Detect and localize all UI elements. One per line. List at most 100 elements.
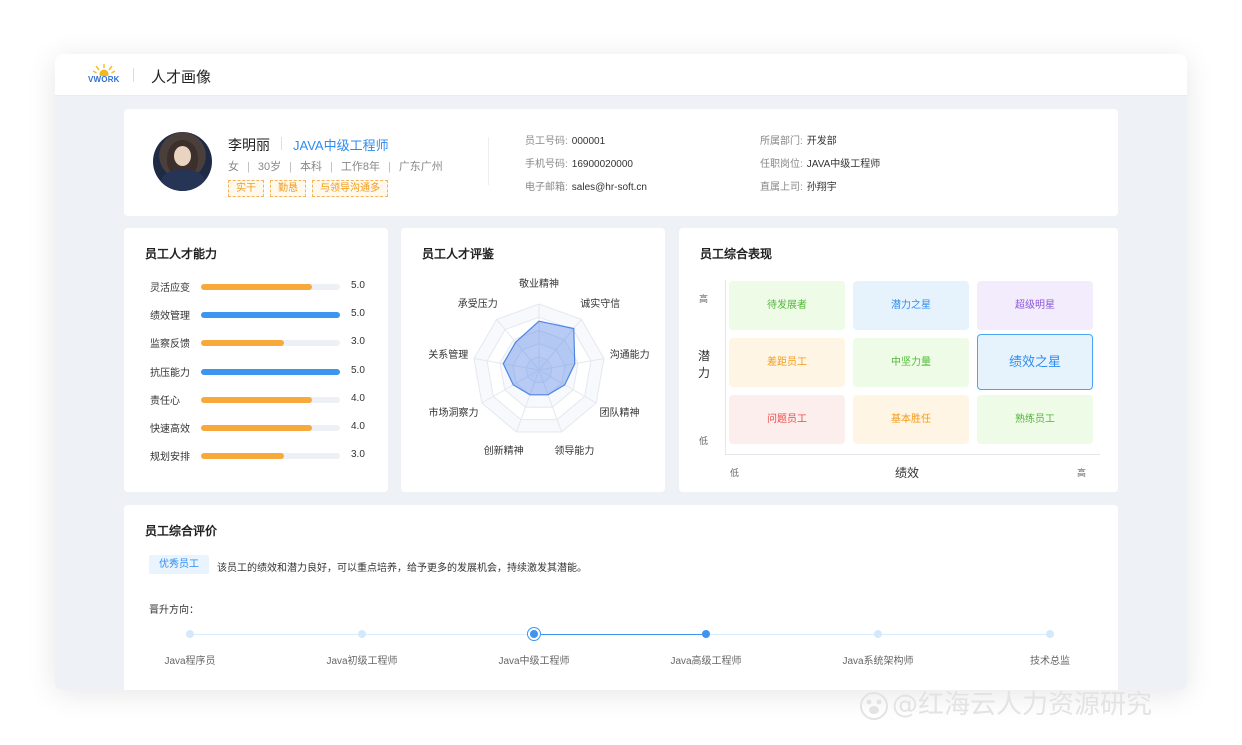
skill-bar-track [201, 340, 340, 347]
info-supervisor: 直属上司: 孙翔宇 [760, 178, 837, 193]
performance-cell[interactable]: 差距员工 [729, 338, 845, 387]
performance-cell[interactable]: 问题员工 [729, 395, 845, 444]
tag: 勤恳 [270, 180, 306, 197]
experience: 工作8年 [340, 161, 380, 173]
skill-bar-track [201, 453, 340, 460]
radar-axis-label: 诚实守信 [580, 297, 620, 310]
promotion-step-dot[interactable] [358, 630, 366, 638]
skill-bar-track [201, 396, 340, 403]
skill-value: 5.0 [351, 364, 365, 376]
info-label: 任职岗位: [760, 159, 803, 170]
radar-axis-label: 关系管理 [428, 348, 468, 361]
info-value: 000001 [571, 136, 606, 147]
x-axis-line [725, 454, 1100, 455]
meta-separator: | [289, 161, 292, 173]
skill-label: 灵活应变 [150, 283, 190, 294]
education: 本科 [299, 161, 322, 173]
info-value: 开发部 [806, 136, 837, 147]
skill-row: 抗压能力 5.0 [150, 364, 380, 379]
y-high-label: 高 [699, 294, 709, 304]
employee-name: 李明丽 [228, 137, 270, 153]
radar-axis-label: 敬业精神 [519, 277, 559, 290]
promotion-step-dot[interactable] [186, 630, 194, 638]
info-label: 手机号码: [525, 159, 568, 170]
promotion-step-dot[interactable] [528, 628, 540, 640]
profile-divider [488, 137, 489, 185]
skill-label: 抗压能力 [150, 367, 190, 379]
radar-axis-label: 沟通能力 [610, 348, 650, 361]
info-value: JAVA中级工程师 [806, 159, 881, 170]
skill-bar-track [201, 312, 340, 319]
meta-separator: | [329, 161, 333, 173]
avatar-body [161, 170, 205, 191]
skill-value: 3.0 [351, 449, 365, 461]
skill-value: 4.0 [351, 421, 365, 432]
tag: 与领导沟通多 [312, 180, 388, 197]
location: 广东广州 [398, 161, 443, 173]
employee-tags: 实干 勤恳 与领导沟通多 [228, 178, 394, 197]
watermark: @红海云人力资源研究 [860, 684, 1152, 721]
avatar[interactable] [153, 132, 212, 191]
promotion-step-label: 技术总监 [1030, 656, 1070, 667]
performance-cell[interactable]: 潜力之星 [853, 281, 969, 330]
app-window: VWORK 人才画像 李明丽 JAVA中级工程师 女 | 30岁 | 本科 | 工作8年 | 广… [55, 54, 1187, 690]
meta-separator: | [387, 161, 391, 173]
evaluation-title: 员工综合评价 [145, 524, 218, 538]
skill-value: 5.0 [351, 308, 365, 320]
performance-cell[interactable]: 待发展者 [729, 281, 845, 330]
performance-cell[interactable]: 绩效之星 [977, 334, 1093, 390]
skill-value: 4.0 [351, 392, 365, 404]
x-axis-title: 绩效 [895, 466, 920, 480]
promotion-label: 晋升方向： [149, 605, 199, 616]
y-axis-char: 力 [698, 366, 711, 380]
performance-cell[interactable]: 熟练员工 [977, 395, 1093, 444]
info-value[interactable]: sales@hr-soft.cn [572, 182, 647, 193]
x-high-label: 高 [1077, 468, 1087, 478]
skill-bar-track [201, 284, 340, 290]
performance-panel: 员工综合表现 高 潜力 低 待发展者 潜力之星 超级明星 差距员工 中坚力量 绩效之星 问题… [679, 228, 1118, 492]
skill-label: 规划安排 [150, 452, 190, 464]
skill-label: 绩效管理 [150, 311, 190, 323]
info-value: 孙翔宇 [806, 182, 837, 193]
promotion-step-label: Java高级工程师 [670, 656, 742, 667]
promotion-step-dot[interactable] [702, 630, 710, 638]
info-label: 员工号码: [525, 136, 568, 147]
skill-bar-fill [201, 284, 313, 290]
evaluation-badge: 优秀员工 [149, 555, 209, 574]
radar-axis-label: 领导能力 [554, 444, 594, 457]
meta-separator: | [247, 161, 250, 173]
evaluation-text: 该员工的绩效和潜力良好，可以重点培养，给予更多的发展机会，持续激发其潜能。 [217, 563, 587, 574]
skills-panel: 员工人才能力 灵活应变 5.0 绩效管理 5.0 监察反馈 3.0 抗压能力 5.0 责任心 4.… [124, 228, 388, 492]
skill-bar-fill [201, 312, 340, 319]
topbar-divider [133, 68, 134, 82]
age: 30岁 [257, 161, 282, 173]
skill-bar-track [201, 368, 340, 375]
radar-chart: 敬业精神诚实守信沟通能力团队精神领导能力 创新精神 市场洞察力 关系管理 承受压力 [428, 277, 650, 457]
skill-bar-fill [201, 340, 285, 347]
performance-cell[interactable]: 基本胜任 [853, 395, 969, 444]
employee-meta: 女 | 30岁 | 本科 | 工作8年 | 广东广州 [228, 158, 443, 174]
page-title: 人才画像 [151, 69, 212, 86]
name-divider [281, 137, 282, 150]
skill-value: 3.0 [351, 336, 365, 348]
skill-row: 规划安排 3.0 [150, 448, 380, 464]
promotion-step-dot[interactable] [874, 630, 882, 638]
info-label: 电子邮箱: [525, 182, 568, 193]
info-label: 所属部门: [760, 136, 803, 147]
radar-panel: 员工人才评鉴 敬业精神 诚实守信 沟通能力 团队精神 领导能力 创新精神 市场洞察力 关系管理… [401, 228, 665, 492]
vwork-logo[interactable]: VWORK [87, 64, 119, 86]
performance-title: 员工综合表现 [700, 247, 773, 261]
promotion-step-label: Java初级工程师 [326, 656, 398, 667]
y-axis-line [725, 280, 726, 454]
y-low-label: 低 [699, 436, 709, 446]
employee-job-title[interactable]: JAVA中级工程师 [293, 135, 389, 154]
x-low-label: 低 [730, 468, 740, 478]
promotion-step-label: Java系统架构师 [842, 656, 914, 667]
performance-cell[interactable]: 超级明星 [977, 281, 1093, 330]
info-value: 16900020000 [571, 159, 633, 170]
performance-cell[interactable]: 中坚力量 [853, 338, 969, 387]
info-employee-id: 员工号码: 000001 [525, 132, 605, 147]
skill-row: 快速高效 4.0 [150, 420, 380, 435]
promotion-step-dot[interactable] [1046, 630, 1054, 638]
tag: 实干 [228, 180, 264, 197]
